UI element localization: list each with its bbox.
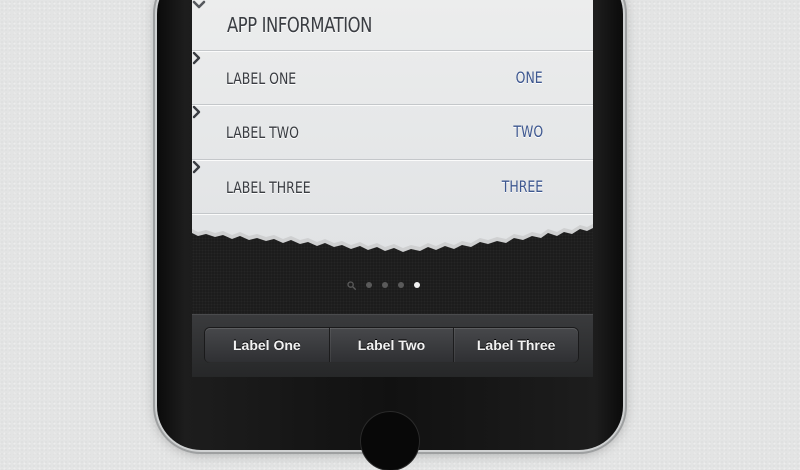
page-dot-active[interactable] bbox=[414, 282, 420, 288]
row-value: THREE bbox=[501, 177, 543, 196]
list-row-label-three[interactable]: LABEL THREE THREE bbox=[192, 159, 593, 213]
page-dot[interactable] bbox=[398, 282, 404, 288]
chevron-down-icon[interactable] bbox=[192, 0, 206, 10]
list-row-label-one[interactable]: LABEL ONE ONE bbox=[192, 50, 593, 104]
phone-screen: APP INFORMATION LABEL ONE ONE LABEL TWO … bbox=[192, 0, 593, 377]
segment-label-one[interactable]: Label One bbox=[205, 328, 329, 362]
row-value: ONE bbox=[515, 68, 543, 87]
section-title: APP INFORMATION bbox=[227, 13, 373, 37]
chevron-right-icon bbox=[192, 105, 201, 119]
row-label: LABEL TWO bbox=[226, 123, 299, 142]
chevron-right-icon bbox=[192, 160, 201, 174]
list-divider bbox=[192, 213, 593, 233]
segmented-control: Label One Label Two Label Three bbox=[205, 328, 578, 362]
row-value: TWO bbox=[513, 122, 543, 141]
home-button[interactable] bbox=[361, 412, 419, 470]
list-row-label-two[interactable]: LABEL TWO TWO bbox=[192, 104, 593, 158]
row-label: LABEL ONE bbox=[226, 69, 297, 88]
search-page-icon[interactable] bbox=[347, 280, 356, 290]
bottom-toolbar: Label One Label Two Label Three bbox=[192, 314, 593, 377]
section-header[interactable]: APP INFORMATION bbox=[192, 0, 593, 50]
row-label: LABEL THREE bbox=[226, 178, 311, 197]
chevron-right-icon bbox=[192, 51, 201, 65]
page-indicator[interactable] bbox=[347, 280, 420, 290]
page-dot[interactable] bbox=[366, 282, 372, 288]
page-dot[interactable] bbox=[382, 282, 388, 288]
segment-label-two[interactable]: Label Two bbox=[328, 328, 454, 362]
torn-paper-card: APP INFORMATION LABEL ONE ONE LABEL TWO … bbox=[192, 0, 593, 262]
segment-label-three[interactable]: Label Three bbox=[453, 328, 578, 362]
